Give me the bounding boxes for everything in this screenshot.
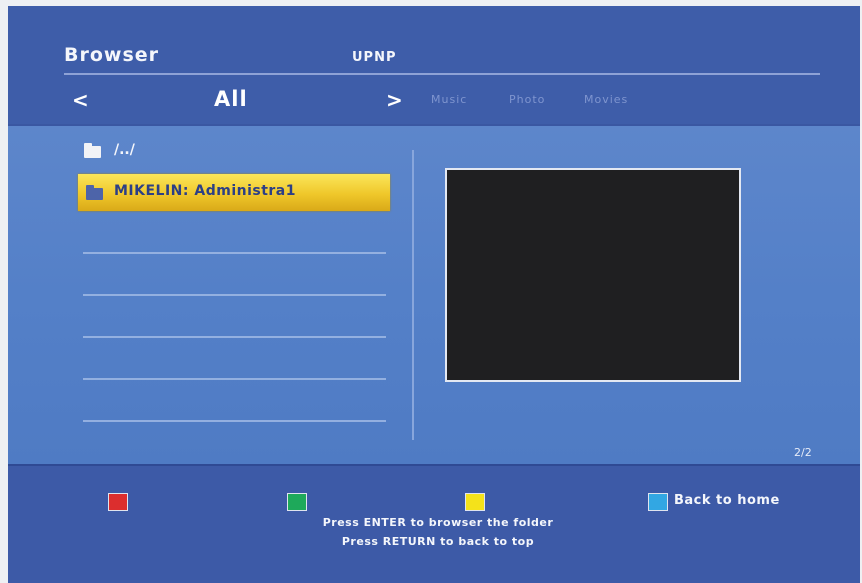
prev-category-button[interactable]: < [72, 88, 89, 112]
app-title: Browser [64, 44, 160, 66]
category-photo[interactable]: Photo [509, 93, 545, 106]
current-category: All [214, 87, 248, 111]
empty-list-slot[interactable] [83, 336, 386, 338]
list-item-label: MIKELIN: Administra1 [114, 183, 296, 199]
category-music[interactable]: Music [431, 93, 467, 106]
empty-list-slot[interactable] [83, 378, 386, 380]
enter-hint: Press ENTER to browser the folder [322, 516, 554, 529]
media-browser-screen: Browser UPNP < All > Music Photo Movies … [8, 6, 860, 583]
panel-divider [412, 150, 414, 440]
page-counter: 2/2 [794, 446, 812, 459]
back-to-home-label[interactable]: Back to home [674, 493, 780, 508]
empty-list-slot[interactable] [83, 420, 386, 422]
folder-icon [86, 185, 103, 200]
green-key-button[interactable] [287, 493, 307, 511]
header-bar: Browser UPNP < All > Music Photo Movies [8, 6, 860, 124]
header-divider [64, 73, 820, 75]
empty-list-slot[interactable] [83, 252, 386, 254]
list-item-selected[interactable]: MIKELIN: Administra1 [78, 174, 390, 211]
return-hint: Press RETURN to back to top [341, 535, 535, 548]
footer-bar: Back to home Press ENTER to browser the … [8, 464, 860, 583]
source-label: UPNP [352, 50, 397, 65]
category-movies[interactable]: Movies [584, 93, 628, 106]
empty-list-slot[interactable] [83, 294, 386, 296]
red-key-button[interactable] [108, 493, 128, 511]
browser-panel: /../ MIKELIN: Administra1 2/2 [8, 124, 860, 464]
preview-pane [445, 168, 741, 382]
parent-folder-item[interactable]: /../ [80, 140, 380, 162]
blue-key-button[interactable] [648, 493, 668, 511]
folder-icon [84, 143, 101, 158]
next-category-button[interactable]: > [386, 88, 403, 112]
yellow-key-button[interactable] [465, 493, 485, 511]
parent-folder-label: /../ [114, 142, 135, 158]
